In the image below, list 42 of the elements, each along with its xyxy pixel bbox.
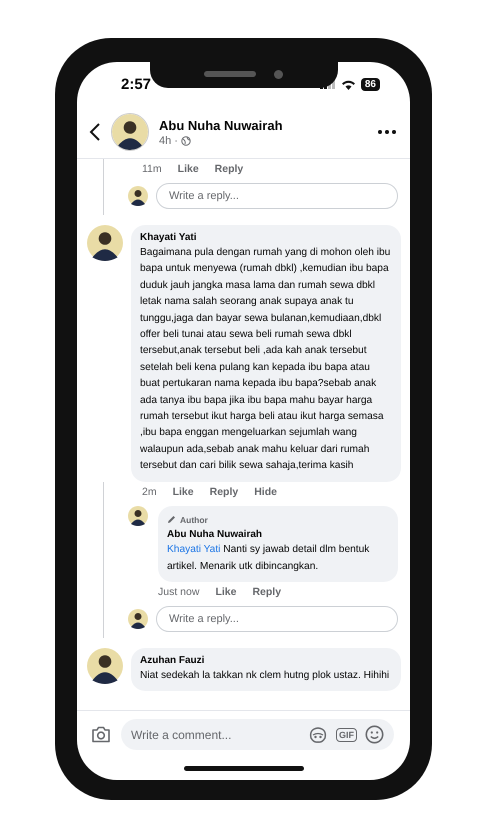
avatar <box>87 648 123 684</box>
more-icon[interactable] <box>378 130 396 134</box>
comment-field[interactable]: Write a comment... GIF <box>121 719 394 750</box>
action-link[interactable]: Hide <box>254 486 277 498</box>
author-name[interactable]: Abu Nuha Nuwairah <box>159 118 368 132</box>
wifi-icon <box>340 78 356 90</box>
avatar <box>128 608 148 629</box>
speaker-grille <box>204 71 256 77</box>
pencil-icon <box>167 515 176 524</box>
timestamp: 11m <box>142 163 162 175</box>
avatar-sticker-icon[interactable] <box>308 726 328 744</box>
action-link[interactable]: Reply <box>252 586 282 598</box>
post-time: 4h · <box>159 134 178 146</box>
commenter-name[interactable]: Azuhan Fauzi <box>140 654 392 668</box>
emoji-icon[interactable] <box>365 725 384 744</box>
avatar <box>111 113 149 151</box>
action-link[interactable]: Reply <box>210 486 238 498</box>
comment-text: Niat sedekah la takkan nk clem hutng plok ustaz. Hihihi <box>140 668 390 683</box>
battery-level: 86 <box>360 78 380 90</box>
commenter-name[interactable]: Khayati Yati <box>140 231 392 245</box>
author-label: Author <box>180 514 208 527</box>
timestamp: 2m <box>142 486 157 498</box>
avatar <box>87 225 123 261</box>
action-link[interactable]: Reply <box>214 163 244 175</box>
gif-button[interactable]: GIF <box>336 728 357 742</box>
commenter-name[interactable]: Abu Nuha Nuwairah <box>167 528 389 542</box>
globe-icon <box>180 136 191 146</box>
camera-icon[interactable] <box>91 726 111 743</box>
action-link[interactable]: Like <box>215 586 236 598</box>
comment-text: Bagaimana pula dengan rumah yang di mohon oleh ibu bapa untuk menyewa (rumah dbkl) ,kemudian ibu bapa duduk jauh jangka masa lama dan rumah sewa dbkl letak nama salah seorang anak supaya anak tu tunggu,jaga dan bayar sewa bulanan,kemudiaan,dbkl offer beli tunai atau sewa beli rumah sewa dbkl tersebut,anak tersebut beli ,ada kah anak tersebut setelah beli kena pulang kan kepada ibu bapa atau buat pertukaran nama kepada ibu bapa?sebab anak ada tanya ibu bapa jika ibu bapa mahu bayar harga rumah tersebut ikut harga beli atau ikut harga semasa ,ibu bapa enggan mengeluarkan sejumlah wang walaupun ada,sebab anak mahu keluar dari rumah tersebut dan cari bilik sewa sahaja,terima kasih <box>140 246 392 474</box>
clock: 2:57 <box>121 76 152 92</box>
timestamp: Just now <box>158 586 200 598</box>
avatar <box>128 506 148 526</box>
reply-field[interactable]: Write a reply... <box>156 183 398 209</box>
reply-field[interactable]: Write a reply... <box>156 606 398 632</box>
reply-text: Khayati Yati Nanti sy jawab detail dlm bentuk artikel. Menarik utk dibincangkan. <box>167 543 370 574</box>
avatar <box>128 186 148 206</box>
front-camera <box>274 70 283 78</box>
back-icon[interactable] <box>89 123 101 141</box>
mention-link[interactable]: Khayati Yati <box>167 544 220 556</box>
action-link[interactable]: Like <box>172 486 194 498</box>
action-link[interactable]: Like <box>178 163 199 175</box>
